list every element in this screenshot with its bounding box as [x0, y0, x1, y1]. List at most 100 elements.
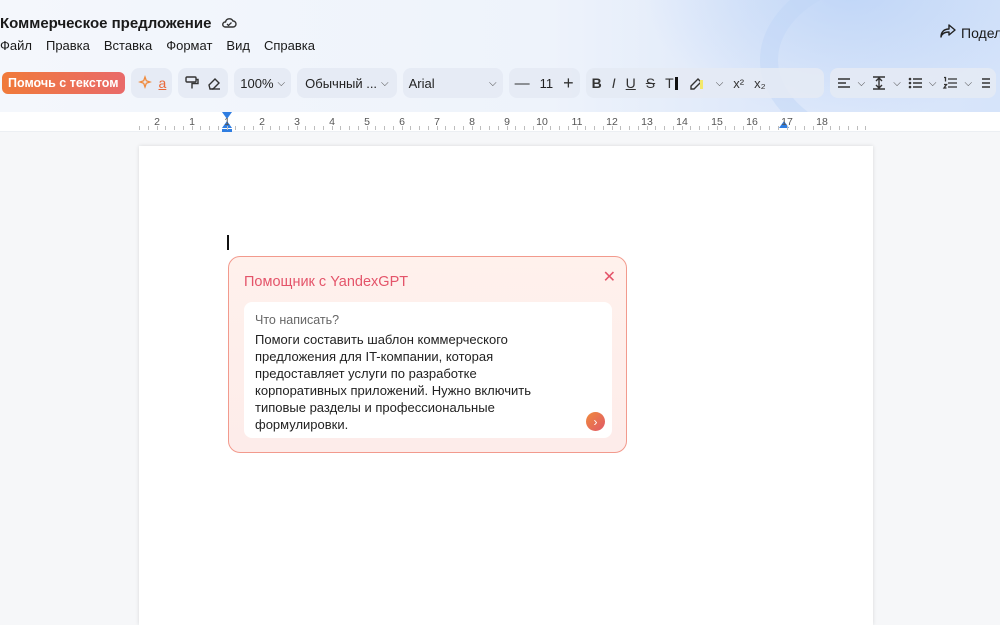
share-button[interactable]: Подел: [940, 24, 1000, 41]
share-icon: [940, 24, 956, 41]
chevron-down-icon: ⌵: [489, 77, 497, 89]
ruler-tick: [445, 126, 447, 130]
ruler-tick: [462, 126, 464, 130]
ruler-tick: [497, 126, 499, 130]
superscript-button[interactable]: x²: [733, 77, 744, 90]
ruler-tick: [489, 126, 490, 130]
chevron-right-icon: ›: [593, 414, 598, 429]
share-label: Подел: [961, 24, 1000, 41]
numbered-list-icon[interactable]: [942, 76, 958, 90]
ruler-tick: [760, 126, 762, 130]
increase-font-size-button[interactable]: +: [563, 74, 574, 92]
ruler-tick: [716, 126, 718, 130]
menu-item-edit[interactable]: Правка: [46, 38, 90, 53]
highlight-icon[interactable]: [688, 75, 706, 91]
paragraph-style-select[interactable]: Обычный ... ⌵: [297, 68, 397, 98]
ruler[interactable]: 2 1 1 2 3 4 5 6 7 8 9 10 11 12 13 14 15 16 17 18: [0, 112, 1000, 132]
indent-icon[interactable]: [978, 76, 991, 90]
chevron-down-icon[interactable]: ⌵: [929, 78, 937, 89]
ruler-tick: [795, 126, 797, 130]
ruler-tick: [637, 126, 639, 130]
ruler-tick: [357, 126, 359, 130]
ai-tools-group: a: [130, 68, 173, 98]
ruler-tick: [147, 126, 149, 130]
ruler-tick: [524, 126, 525, 130]
menu-item-insert[interactable]: Вставка: [104, 38, 152, 53]
ruler-tick: [681, 126, 683, 130]
ruler-tick: [392, 126, 394, 130]
send-button[interactable]: ›: [586, 412, 605, 431]
sparkle-icon[interactable]: [137, 75, 153, 91]
ruler-tick: [559, 126, 560, 130]
assistant-title: Помощник с YandexGPT: [244, 274, 409, 290]
text-color-button[interactable]: T: [665, 76, 678, 90]
ruler-tick: [655, 126, 657, 130]
italic-button[interactable]: I: [612, 76, 616, 90]
chevron-down-icon[interactable]: ⌵: [716, 78, 724, 89]
bold-button[interactable]: B: [592, 76, 602, 90]
document-title[interactable]: Коммерческое предложение: [0, 15, 211, 32]
ruler-tick: [830, 126, 832, 130]
ruler-tick: [646, 126, 648, 130]
ruler-tick: [821, 126, 823, 130]
ruler-tick: [305, 126, 307, 130]
ruler-tick: [550, 126, 552, 130]
ruler-tick: [314, 126, 315, 130]
ruler-tick: [594, 126, 595, 130]
font-size-value[interactable]: 11: [540, 76, 554, 91]
clear-format-icon[interactable]: [206, 75, 222, 91]
prompt-input-box[interactable]: Что написать? Помоги составить шаблон ко…: [244, 302, 612, 438]
ruler-tick: [856, 126, 858, 130]
font-family-value: Arial: [408, 75, 435, 91]
menu-item-view[interactable]: Вид: [226, 38, 250, 53]
yandexgpt-assistant-panel: Помощник с YandexGPT ✕ Что написать? Пом…: [228, 256, 627, 453]
strikethrough-button[interactable]: S: [646, 76, 655, 90]
ruler-tick: [471, 126, 473, 130]
ruler-tick: [410, 126, 412, 130]
ruler-tick: [847, 126, 849, 130]
menu-item-file[interactable]: Файл: [0, 38, 32, 53]
underline-button[interactable]: U: [626, 76, 636, 90]
ruler-tick: [209, 126, 210, 130]
ruler-tick: [576, 126, 578, 130]
ruler-tick: [506, 126, 508, 130]
ruler-tick: [804, 126, 805, 130]
ruler-tick: [384, 126, 385, 130]
paragraph-style-value: Обычный ...: [305, 75, 378, 91]
help-with-text-button[interactable]: Помочь с текстом: [2, 72, 125, 94]
decrease-font-size-button[interactable]: —: [515, 76, 530, 91]
ruler-tick: [620, 126, 622, 130]
close-icon[interactable]: ✕: [603, 267, 616, 287]
ruler-tick: [786, 126, 788, 130]
chevron-down-icon[interactable]: ⌵: [893, 78, 901, 89]
ruler-tick: [454, 126, 455, 130]
ruler-tick: [515, 126, 517, 130]
ruler-tick: [734, 126, 735, 130]
prompt-textarea[interactable]: Помоги составить шаблон коммерческого пр…: [255, 331, 565, 433]
line-spacing-icon[interactable]: [871, 75, 887, 91]
document-title-row: Коммерческое предложение: [0, 12, 238, 34]
chevron-down-icon[interactable]: ⌵: [858, 78, 866, 89]
zoom-select[interactable]: 100% ⌵: [234, 68, 292, 98]
menu-item-help[interactable]: Справка: [264, 38, 315, 53]
ruler-tick: [270, 126, 272, 130]
spellcheck-icon[interactable]: a: [159, 76, 167, 90]
ruler-tick: [707, 126, 709, 130]
ruler-tick: [532, 126, 534, 130]
menu-item-format[interactable]: Формат: [166, 38, 212, 53]
ruler-tick: [567, 126, 569, 130]
align-left-icon[interactable]: [836, 76, 852, 90]
paint-format-icon[interactable]: [184, 75, 200, 91]
chevron-down-icon[interactable]: ⌵: [964, 78, 972, 89]
font-family-select[interactable]: Arial ⌵: [402, 68, 503, 98]
ruler-tick: [375, 126, 377, 130]
ruler-tick: [664, 126, 665, 130]
ruler-tick: [611, 126, 613, 130]
ruler-tick: [349, 126, 350, 130]
ruler-tick: [585, 126, 587, 130]
subscript-button[interactable]: x₂: [754, 77, 766, 90]
bulleted-list-icon[interactable]: [907, 76, 923, 90]
ruler-tick: [287, 126, 289, 130]
zoom-value: 100%: [240, 75, 274, 91]
ruler-tick: [777, 126, 779, 130]
